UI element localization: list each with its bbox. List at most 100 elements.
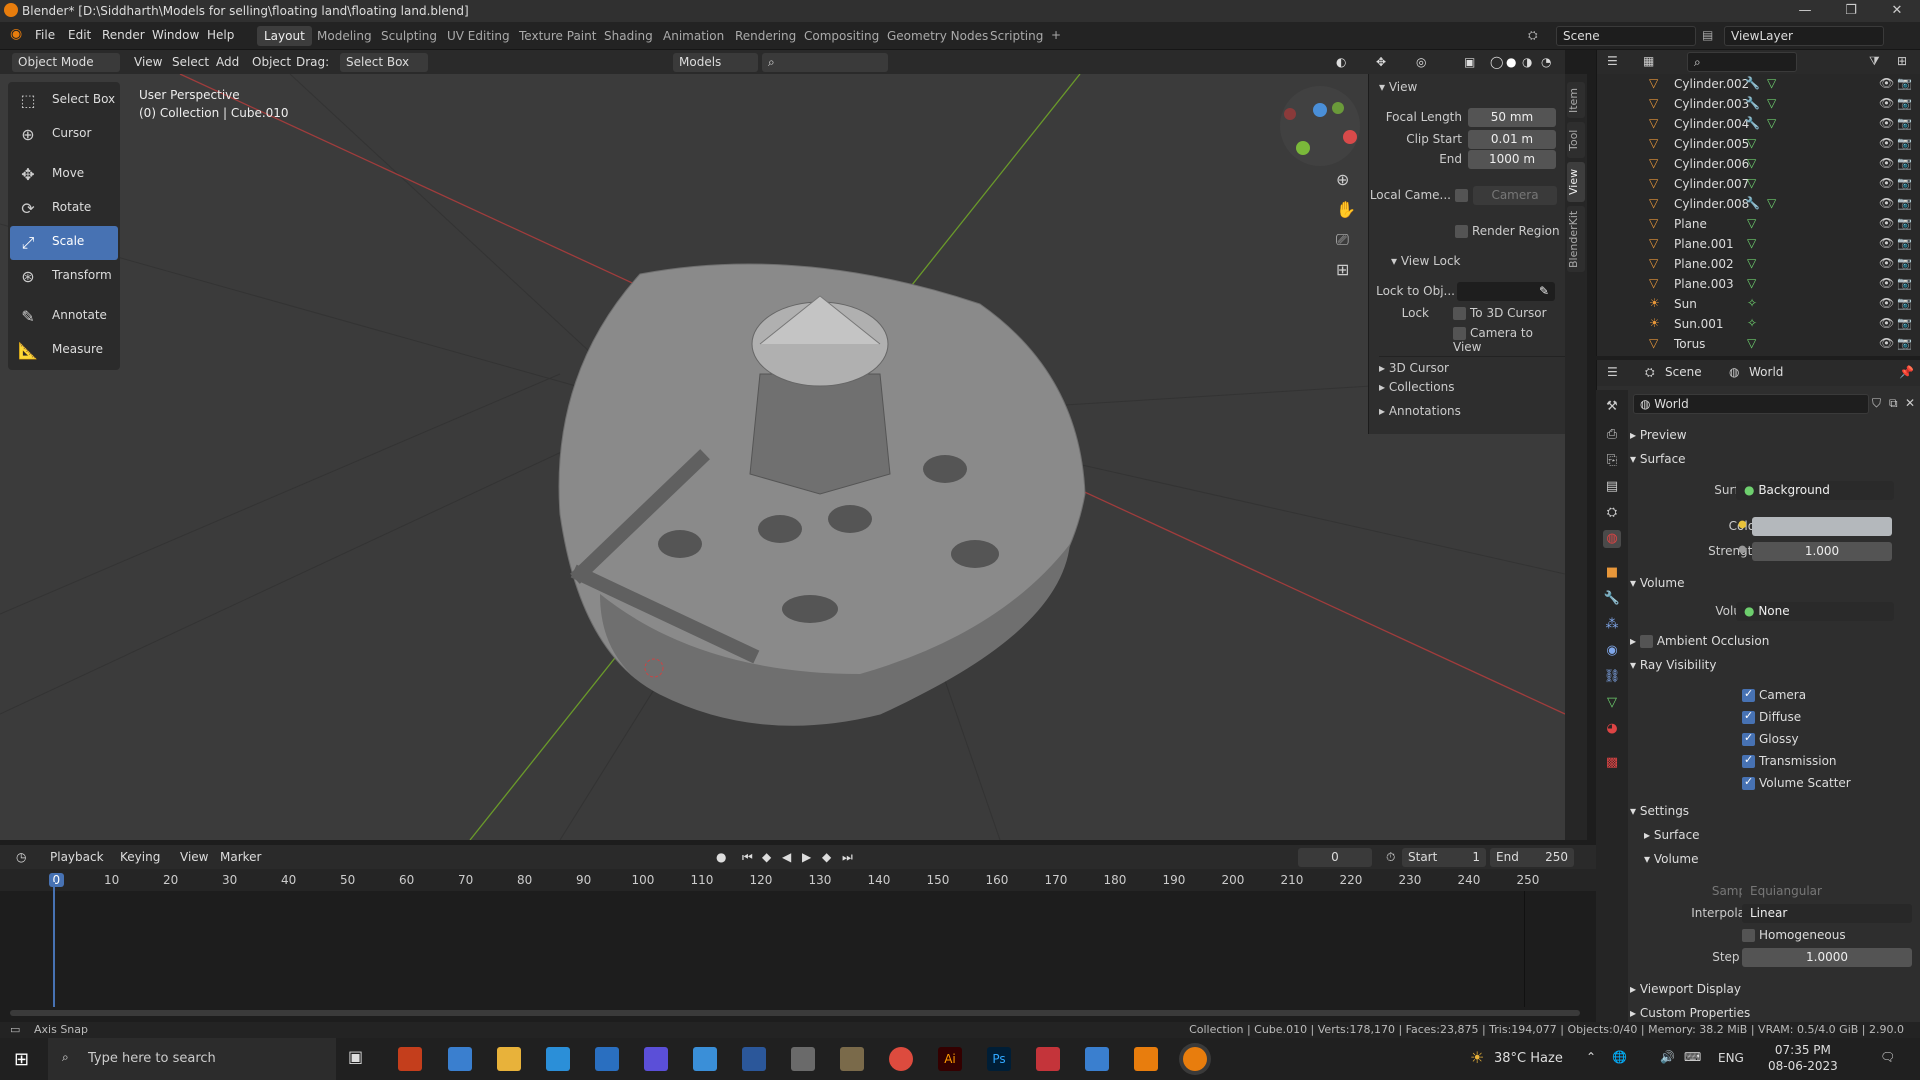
video-editor-icon[interactable] <box>644 1047 668 1071</box>
render-camera-icon[interactable]: 📷 <box>1897 296 1912 310</box>
tool-select-box[interactable]: ⬚ Select Box <box>10 84 118 118</box>
calculator-icon[interactable] <box>546 1047 570 1071</box>
photoshop-icon[interactable]: Ps <box>987 1047 1011 1071</box>
lock-to-object-field[interactable]: ✎ <box>1457 282 1555 301</box>
menu-file[interactable]: File <box>35 28 55 42</box>
step-size-field[interactable]: 1.0000 <box>1742 948 1912 967</box>
ray-visibility-checkbox[interactable]: Volume Scatter <box>1742 775 1851 790</box>
custom-properties-section[interactable]: ▸ Custom Properties <box>1630 1006 1750 1020</box>
preview-section[interactable]: ▸ Preview <box>1630 428 1687 442</box>
start-frame-field[interactable]: Start 1 <box>1402 848 1486 867</box>
workspace-tab-texture-paint[interactable]: Texture Paint <box>512 26 603 46</box>
blender-menu-icon[interactable]: ◉ <box>10 26 22 42</box>
volume-section[interactable]: ▾ Volume <box>1630 576 1684 590</box>
jump-end-icon[interactable]: ⏭ <box>836 848 859 867</box>
windows-start-icon[interactable]: ⊞ <box>14 1049 29 1070</box>
keyboard-icon[interactable]: ⌨ <box>1684 1050 1701 1064</box>
menu-add[interactable]: Add <box>210 53 245 72</box>
menu-help[interactable]: Help <box>207 28 234 42</box>
outliner-item[interactable]: ▽ Cylinder.007 ▽ 👁 📷 <box>1597 174 1920 194</box>
render-camera-icon[interactable]: 📷 <box>1897 216 1912 230</box>
mesh-data-icon[interactable]: ▽ <box>1747 256 1756 270</box>
menu-select[interactable]: Select <box>166 53 215 72</box>
visibility-eye-icon[interactable]: 👁 <box>1879 116 1894 130</box>
unlink-icon[interactable]: ✕ <box>1905 396 1915 410</box>
render-camera-icon[interactable]: 📷 <box>1897 256 1912 270</box>
visibility-eye-icon[interactable]: 👁 <box>1879 316 1894 330</box>
ray-visibility-section[interactable]: ▾ Ray Visibility <box>1630 658 1716 672</box>
surface-shader-field[interactable]: ● Background <box>1736 481 1894 500</box>
workspace-tab-geometry-nodes[interactable]: Geometry Nodes <box>880 26 995 46</box>
modifier-wrench-icon[interactable]: 🔧 <box>1745 96 1760 110</box>
workspace-tab-shading[interactable]: Shading <box>597 26 660 46</box>
modifier-wrench-icon[interactable]: 🔧 <box>1745 76 1760 90</box>
tab-view[interactable]: View <box>1567 162 1585 202</box>
render-camera-icon[interactable]: 📷 <box>1897 236 1912 250</box>
notepad-icon[interactable] <box>791 1047 815 1071</box>
output-props-icon[interactable]: ⎘ <box>1603 452 1621 470</box>
task-view-icon[interactable]: ▣ <box>348 1047 372 1071</box>
timeline-ruler[interactable]: 0 10 20 30 40 50 60 70 80 90 100 110 120 130 140 150 160… <box>0 869 1596 891</box>
ray-visibility-checkbox[interactable]: Camera <box>1742 687 1806 702</box>
snap-search-icon[interactable]: ⌕ <box>762 53 888 72</box>
vscode-icon[interactable] <box>448 1047 472 1071</box>
texture-props-icon[interactable]: ▩ <box>1603 754 1621 772</box>
mesh-data-icon[interactable]: ▽ <box>1767 96 1776 110</box>
render-props-icon[interactable]: ⎙ <box>1603 426 1621 444</box>
menu-marker[interactable]: Marker <box>214 848 267 867</box>
data-props-icon[interactable]: ▽ <box>1603 694 1621 712</box>
end-frame-field[interactable]: End 250 <box>1490 848 1574 867</box>
workspace-tab-animation[interactable]: Animation <box>656 26 731 46</box>
visibility-eye-icon[interactable]: 👁 <box>1879 276 1894 290</box>
app-icon-2[interactable] <box>1036 1047 1060 1071</box>
light-data-icon[interactable]: ✧ <box>1747 296 1757 310</box>
clock[interactable]: 07:35 PM 08-06-2023 <box>1768 1042 1838 1074</box>
drag-dropdown[interactable]: Select Box <box>340 53 428 72</box>
tool-move[interactable]: ✥ Move <box>10 158 118 192</box>
menu-playback[interactable]: Playback <box>44 848 110 867</box>
mesh-data-icon[interactable]: ▽ <box>1747 176 1756 190</box>
render-camera-icon[interactable]: 📷 <box>1897 96 1912 110</box>
constraint-props-icon[interactable]: ⛓ <box>1603 668 1621 686</box>
outliner-item[interactable]: ▽ Plane.002 ▽ 👁 📷 <box>1597 254 1920 274</box>
menu-render[interactable]: Render <box>102 28 145 42</box>
current-frame-field[interactable]: 0 <box>1298 848 1372 867</box>
mesh-data-icon[interactable]: ▽ <box>1767 76 1776 90</box>
playhead-line[interactable] <box>53 882 55 1007</box>
prev-keyframe-icon[interactable]: ◆ <box>756 848 777 867</box>
collections-section[interactable]: ▸ Collections <box>1379 380 1454 394</box>
visibility-eye-icon[interactable]: 👁 <box>1879 136 1894 150</box>
particle-props-icon[interactable]: ⁂ <box>1603 616 1621 634</box>
sampling-dropdown[interactable]: Equiangular <box>1742 882 1912 901</box>
scene-props-icon[interactable]: ⛭ <box>1603 504 1621 522</box>
store-icon[interactable] <box>595 1047 619 1071</box>
render-camera-icon[interactable]: 📷 <box>1897 276 1912 290</box>
homogeneous-checkbox[interactable]: Homogeneous <box>1742 928 1846 942</box>
volume-icon[interactable]: 🔊 <box>1660 1050 1675 1064</box>
word-icon[interactable] <box>742 1047 766 1071</box>
view-layer-props-icon[interactable]: ▤ <box>1603 478 1621 496</box>
pan-hand-icon[interactable]: ✋ <box>1336 200 1356 219</box>
strength-socket-icon[interactable]: ● <box>1738 544 1747 555</box>
xray-icon[interactable]: ▣ <box>1458 53 1481 72</box>
bluetooth-app-icon[interactable] <box>693 1047 717 1071</box>
menu-keying[interactable]: Keying <box>114 848 166 867</box>
3d-cursor-section[interactable]: ▸ 3D Cursor <box>1379 356 1566 375</box>
tab-item[interactable]: Item <box>1567 82 1585 118</box>
mesh-data-icon[interactable]: ▽ <box>1747 216 1756 230</box>
play-icon[interactable]: ▶ <box>796 848 817 867</box>
weather-text[interactable]: 38°C Haze <box>1494 1051 1563 1066</box>
modifier-props-icon[interactable]: 🔧 <box>1603 590 1621 608</box>
visibility-eye-icon[interactable]: 👁 <box>1879 156 1894 170</box>
restore-button[interactable]: ❐ <box>1828 0 1874 22</box>
menu-view[interactable]: View <box>128 53 168 72</box>
menu-timeline-view[interactable]: View <box>174 848 214 867</box>
visibility-eye-icon[interactable]: 👁 <box>1879 256 1894 270</box>
tower-model[interactable] <box>749 295 891 495</box>
render-camera-icon[interactable]: 📷 <box>1897 136 1912 150</box>
breadcrumb-world[interactable]: World <box>1749 365 1783 379</box>
ray-visibility-checkbox[interactable]: Diffuse <box>1742 709 1801 724</box>
workspace-tab-uv-editing[interactable]: UV Editing <box>440 26 517 46</box>
tray-chevron-icon[interactable]: ⌃ <box>1586 1050 1596 1064</box>
interpolation-dropdown[interactable]: Linear <box>1742 904 1912 923</box>
